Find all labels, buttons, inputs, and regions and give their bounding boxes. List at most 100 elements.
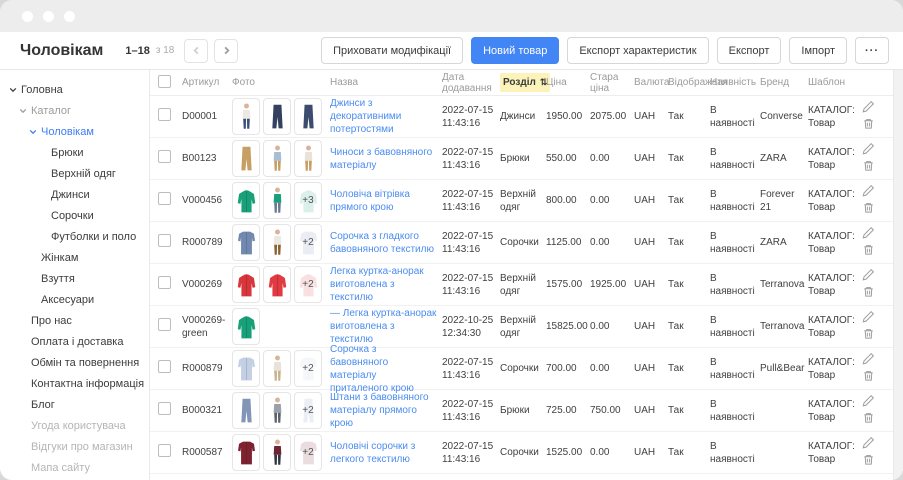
delete-button[interactable] xyxy=(862,453,875,469)
hide-modifications-button[interactable]: Приховати модифікації xyxy=(321,37,463,64)
product-photo-thumbnail[interactable] xyxy=(232,224,260,261)
sidebar-item[interactable]: Головна xyxy=(0,79,149,100)
window-maximize-button[interactable] xyxy=(64,11,75,22)
product-photo-thumbnail[interactable] xyxy=(263,98,291,135)
row-checkbox[interactable] xyxy=(158,150,171,163)
import-button[interactable]: Імпорт xyxy=(789,37,847,64)
sidebar-item[interactable]: Брюки xyxy=(0,142,149,163)
scrollbar-track[interactable] xyxy=(893,70,903,480)
select-all-checkbox[interactable] xyxy=(158,75,171,88)
product-photo-thumbnail[interactable] xyxy=(263,434,291,471)
edit-button[interactable] xyxy=(862,226,875,242)
sorted-column-highlight[interactable]: Розділ⇅ xyxy=(500,73,550,92)
edit-button[interactable] xyxy=(862,310,875,326)
column-header-section[interactable]: Розділ⇅ xyxy=(500,73,546,92)
product-photo-thumbnail[interactable] xyxy=(232,392,260,429)
product-name-link[interactable]: Штани з бавовняного матеріалу прямого кр… xyxy=(330,391,437,430)
product-photo-thumbnail[interactable] xyxy=(263,182,291,219)
sidebar-item[interactable]: Відгуки про магазин xyxy=(0,436,149,457)
column-header-date[interactable]: Дата додавання xyxy=(442,72,500,94)
column-header-brand[interactable]: Бренд xyxy=(760,77,808,88)
sidebar-item[interactable]: Футболки и поло xyxy=(0,226,149,247)
sidebar-item[interactable]: Обмін та повернення xyxy=(0,352,149,373)
product-photo-thumbnail[interactable] xyxy=(232,434,260,471)
product-photo-thumbnail[interactable] xyxy=(263,392,291,429)
product-photo-thumbnail[interactable] xyxy=(263,266,291,303)
product-photo-thumbnail[interactable] xyxy=(263,350,291,387)
sidebar-item[interactable]: Угода користувача xyxy=(0,415,149,436)
edit-button[interactable] xyxy=(862,436,875,452)
column-header-availability[interactable]: Наявність xyxy=(710,77,760,88)
window-minimize-button[interactable] xyxy=(43,11,54,22)
edit-button[interactable] xyxy=(862,100,875,116)
product-photo-thumbnail[interactable] xyxy=(294,140,322,177)
sidebar-item[interactable]: Блог xyxy=(0,394,149,415)
sidebar-item[interactable]: Оплата і доставка xyxy=(0,331,149,352)
product-name-link[interactable]: Чоловічі сорочки з легкого текстилю xyxy=(330,440,437,466)
sidebar-item[interactable]: Мапа сайту xyxy=(0,457,149,478)
more-photos-thumbnail[interactable]: +2 xyxy=(294,434,322,471)
row-checkbox[interactable] xyxy=(158,192,171,205)
more-photos-thumbnail[interactable]: +2 xyxy=(294,392,322,429)
more-photos-thumbnail[interactable]: +2 xyxy=(294,224,322,261)
column-header-price[interactable]: Ціна xyxy=(546,77,590,88)
delete-button[interactable] xyxy=(862,117,875,133)
sidebar-item[interactable]: Сорочки xyxy=(0,205,149,226)
delete-button[interactable] xyxy=(862,327,875,343)
product-photo-thumbnail[interactable] xyxy=(263,224,291,261)
row-checkbox[interactable] xyxy=(158,318,171,331)
row-checkbox[interactable] xyxy=(158,444,171,457)
delete-button[interactable] xyxy=(862,243,875,259)
more-photos-thumbnail[interactable]: +2 xyxy=(294,266,322,303)
product-photo-thumbnail[interactable] xyxy=(232,98,260,135)
delete-button[interactable] xyxy=(862,411,875,427)
product-name-link[interactable]: Сорочка з бавовняного матеріалу притален… xyxy=(330,343,437,395)
product-name-link[interactable]: Джинси з декоративними потертостями xyxy=(330,97,437,136)
edit-button[interactable] xyxy=(862,352,875,368)
product-photo-thumbnail[interactable] xyxy=(263,140,291,177)
product-photo-thumbnail[interactable] xyxy=(232,266,260,303)
column-header-photo[interactable]: Фото xyxy=(232,77,330,88)
product-photo-thumbnail[interactable] xyxy=(232,182,260,219)
sidebar-item[interactable]: Верхній одяг xyxy=(0,163,149,184)
row-checkbox[interactable] xyxy=(158,276,171,289)
more-button[interactable]: ··· xyxy=(855,37,889,64)
sidebar-item[interactable]: Взуття xyxy=(0,268,149,289)
edit-button[interactable] xyxy=(862,268,875,284)
sidebar-item[interactable]: Про нас xyxy=(0,310,149,331)
product-name-link[interactable]: Чоловіча вітрівка прямого крою xyxy=(330,188,437,214)
row-checkbox[interactable] xyxy=(158,360,171,373)
new-product-button[interactable]: Новий товар xyxy=(471,37,559,64)
sidebar-item[interactable]: Чоловікам xyxy=(0,121,149,142)
edit-button[interactable] xyxy=(862,184,875,200)
sidebar-item[interactable]: Каталог xyxy=(0,100,149,121)
delete-button[interactable] xyxy=(862,159,875,175)
more-photos-thumbnail[interactable]: +2 xyxy=(294,350,322,387)
prev-page-button[interactable] xyxy=(184,39,208,63)
product-name-link[interactable]: — Легка куртка-анорак виготовлена з текс… xyxy=(330,307,437,346)
column-header-display[interactable]: Відображати xyxy=(668,77,710,88)
row-checkbox[interactable] xyxy=(158,234,171,247)
delete-button[interactable] xyxy=(862,201,875,217)
delete-button[interactable] xyxy=(862,285,875,301)
product-photo-thumbnail[interactable] xyxy=(232,350,260,387)
export-button[interactable]: Експорт xyxy=(717,37,782,64)
sidebar-item[interactable]: Контактна інформація xyxy=(0,373,149,394)
product-photo-thumbnail[interactable] xyxy=(294,98,322,135)
column-header-sku[interactable]: Артикул xyxy=(182,77,232,88)
product-name-link[interactable]: Легка куртка-анорак виготовлена з тексти… xyxy=(330,265,437,304)
column-header-currency[interactable]: Валюта xyxy=(634,77,668,88)
more-photos-thumbnail[interactable]: +3 xyxy=(294,182,322,219)
window-close-button[interactable] xyxy=(22,11,33,22)
sidebar-item[interactable]: Джинси xyxy=(0,184,149,205)
row-checkbox[interactable] xyxy=(158,402,171,415)
export-characteristics-button[interactable]: Експорт характеристик xyxy=(567,37,708,64)
sidebar-item[interactable]: Аксесуари xyxy=(0,289,149,310)
column-header-old_price[interactable]: Стара ціна xyxy=(590,72,634,94)
edit-button[interactable] xyxy=(862,394,875,410)
column-header-name[interactable]: Назва xyxy=(330,77,442,88)
next-page-button[interactable] xyxy=(214,39,238,63)
column-header-template[interactable]: Шаблон xyxy=(808,77,862,88)
product-photo-thumbnail[interactable] xyxy=(232,140,260,177)
delete-button[interactable] xyxy=(862,369,875,385)
